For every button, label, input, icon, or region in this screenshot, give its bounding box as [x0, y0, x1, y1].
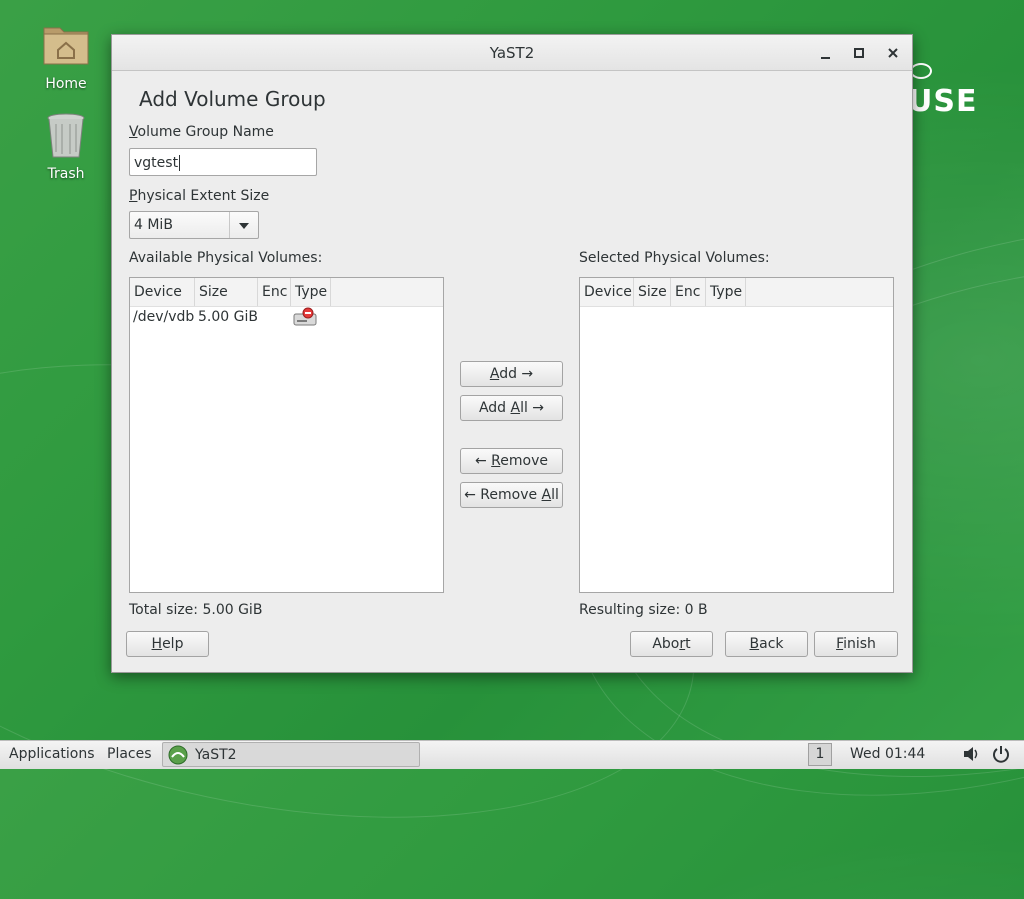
column-header-device[interactable]: Device — [580, 278, 634, 306]
selected-volumes-table[interactable]: Device Size Enc Type — [579, 277, 894, 593]
power-icon[interactable] — [992, 745, 1010, 767]
taskbar: Applications Places YaST2 1 Wed 01:44 — [0, 740, 1024, 769]
table-header: Device Size Enc Type — [130, 278, 443, 307]
window-title: YaST2 — [489, 44, 535, 62]
cell-device: /dev/vdb — [133, 309, 195, 325]
minimize-icon[interactable] — [816, 43, 836, 63]
taskbar-item-yast2[interactable]: YaST2 — [162, 742, 420, 767]
dialog-heading: Add Volume Group — [139, 87, 326, 111]
total-size-text: Total size: 5.00 GiB — [129, 602, 263, 618]
column-header-device[interactable]: Device — [130, 278, 195, 306]
column-header-enc[interactable]: Enc — [671, 278, 706, 306]
yast-window: YaST2 Add Volume Group Volume Group Name… — [111, 34, 913, 673]
add-button[interactable]: Add → — [460, 361, 563, 387]
pe-size-combobox[interactable]: 4 MiB — [129, 211, 259, 239]
volume-icon[interactable] — [962, 745, 980, 767]
desktop-icon-home[interactable]: Home — [26, 22, 106, 92]
desktop-icon-label: Trash — [47, 166, 85, 182]
applications-menu[interactable]: Applications — [9, 746, 95, 762]
available-volumes-label: Available Physical Volumes: — [129, 250, 323, 266]
help-button[interactable]: Help — [126, 631, 209, 657]
chameleon-logo-icon — [910, 63, 932, 79]
column-header-enc[interactable]: Enc — [258, 278, 291, 306]
table-header: Device Size Enc Type — [580, 278, 893, 307]
available-volumes-table[interactable]: Device Size Enc Type /dev/vdb 5.00 GiB — [129, 277, 444, 593]
remove-all-button[interactable]: ← Remove All — [460, 482, 563, 508]
finish-button[interactable]: Finish — [814, 631, 898, 657]
column-header-size[interactable]: Size — [634, 278, 671, 306]
resulting-size-text: Resulting size: 0 B — [579, 602, 708, 618]
home-folder-icon — [42, 22, 90, 70]
workspace-switcher[interactable]: 1 — [808, 743, 832, 766]
back-button[interactable]: Back — [725, 631, 808, 657]
vg-name-label: Volume Group Name — [129, 124, 274, 140]
remove-button[interactable]: ← Remove — [460, 448, 563, 474]
clock[interactable]: Wed 01:44 — [850, 746, 925, 762]
yast-icon — [168, 745, 188, 769]
pe-size-label: Physical Extent Size — [129, 188, 270, 204]
trash-icon — [42, 112, 90, 160]
places-menu[interactable]: Places — [107, 746, 152, 762]
desktop-icon-label: Home — [45, 76, 87, 92]
column-header-type[interactable]: Type — [706, 278, 746, 306]
vg-name-input[interactable]: vgtest — [129, 148, 317, 176]
add-all-button[interactable]: Add All → — [460, 395, 563, 421]
suse-logo: USE — [908, 84, 978, 119]
cell-size: 5.00 GiB — [198, 309, 258, 325]
table-row[interactable]: /dev/vdb 5.00 GiB — [130, 306, 443, 330]
close-icon[interactable] — [883, 43, 903, 63]
desktop-icon-trash[interactable]: Trash — [26, 112, 106, 182]
abort-button[interactable]: Abort — [630, 631, 713, 657]
column-header-type[interactable]: Type — [291, 278, 331, 306]
chevron-down-icon — [239, 223, 249, 229]
maximize-icon[interactable] — [849, 43, 869, 63]
titlebar[interactable]: YaST2 — [112, 35, 912, 71]
pe-size-value: 4 MiB — [134, 217, 173, 233]
taskbar-item-label: YaST2 — [195, 747, 237, 763]
harddisk-icon — [293, 307, 317, 331]
column-header-size[interactable]: Size — [195, 278, 258, 306]
selected-volumes-label: Selected Physical Volumes: — [579, 250, 770, 266]
